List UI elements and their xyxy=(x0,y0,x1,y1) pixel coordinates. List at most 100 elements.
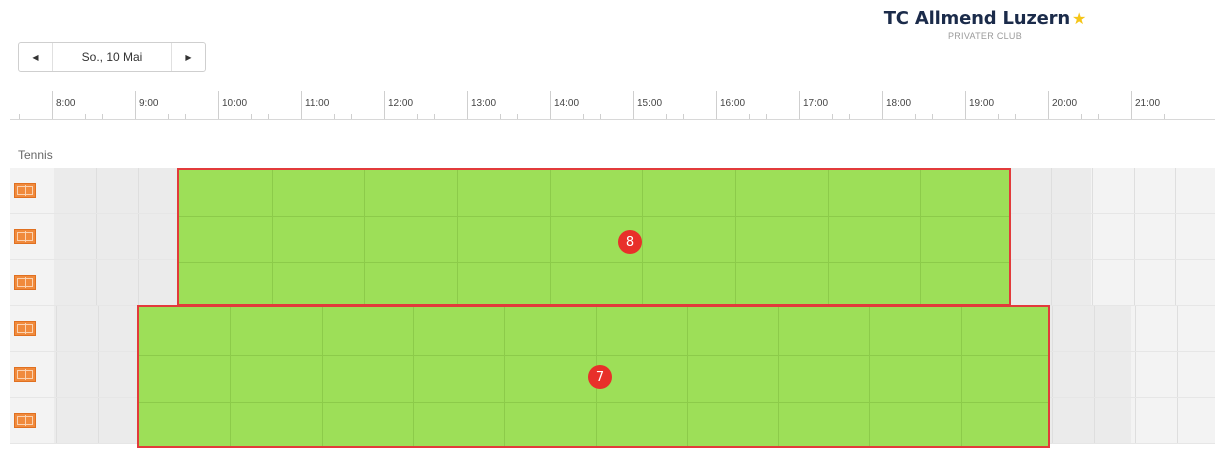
tennis-court-icon[interactable] xyxy=(14,367,36,382)
closed-slot xyxy=(1049,352,1131,397)
time-slot[interactable] xyxy=(96,168,97,213)
hour-label: 12:00 xyxy=(388,98,414,109)
minor-tick xyxy=(599,114,601,119)
hour-label: 17:00 xyxy=(803,98,829,109)
time-slot[interactable] xyxy=(96,260,97,305)
time-slot[interactable] xyxy=(1092,260,1093,305)
time-slot[interactable] xyxy=(96,214,97,259)
hour-tick xyxy=(467,91,468,119)
hour-label: 9:00 xyxy=(139,98,159,109)
time-slot[interactable] xyxy=(1176,306,1178,351)
current-date[interactable]: So., 10 Mai xyxy=(53,43,171,71)
hour-tick xyxy=(550,91,551,119)
section-label-tennis: Tennis xyxy=(18,148,53,162)
minor-tick xyxy=(832,114,834,119)
club-header: TC Allmend Luzern ★ PRIVATER CLUB xyxy=(860,8,1110,41)
minor-tick xyxy=(749,114,751,119)
hour-label: 20:00 xyxy=(1052,98,1078,109)
time-slot[interactable] xyxy=(1176,352,1178,397)
block-row-line xyxy=(139,354,1048,356)
minor-tick xyxy=(267,114,269,119)
minor-tick xyxy=(682,114,684,119)
booking-block[interactable] xyxy=(177,168,1011,306)
time-slot[interactable] xyxy=(1176,398,1178,443)
hour-label: 15:00 xyxy=(637,98,663,109)
time-slot[interactable] xyxy=(1050,260,1052,305)
time-slot[interactable] xyxy=(1050,214,1052,259)
time-slot[interactable] xyxy=(56,352,57,397)
time-slot[interactable] xyxy=(1135,398,1136,443)
block-grid-line xyxy=(504,307,506,446)
closed-slot xyxy=(1049,306,1131,351)
time-slot[interactable] xyxy=(137,214,139,259)
time-slot[interactable] xyxy=(1135,306,1136,351)
tennis-court-icon[interactable] xyxy=(14,183,36,198)
hour-tick xyxy=(633,91,634,119)
block-grid-line xyxy=(869,307,871,446)
closed-slot xyxy=(54,168,179,213)
previous-day-button[interactable]: ◀ xyxy=(19,43,53,71)
time-slot[interactable] xyxy=(97,306,99,351)
minor-tick xyxy=(931,114,933,119)
time-slot[interactable] xyxy=(97,352,99,397)
closed-slot xyxy=(54,306,138,351)
minor-tick xyxy=(184,114,186,119)
minor-tick xyxy=(417,114,419,119)
tennis-court-icon[interactable] xyxy=(14,275,36,290)
hour-label: 13:00 xyxy=(471,98,497,109)
hour-label: 10:00 xyxy=(222,98,248,109)
closed-slot xyxy=(54,214,179,259)
hour-tick xyxy=(882,91,883,119)
time-slot[interactable] xyxy=(137,168,139,213)
minor-tick xyxy=(583,114,585,119)
time-slot[interactable] xyxy=(1093,306,1095,351)
star-icon[interactable]: ★ xyxy=(1072,11,1086,28)
tennis-court-icon[interactable] xyxy=(14,413,36,428)
time-slot[interactable] xyxy=(1133,214,1135,259)
minor-tick xyxy=(666,114,668,119)
time-slot[interactable] xyxy=(1135,352,1136,397)
hour-label: 14:00 xyxy=(554,98,580,109)
time-slot[interactable] xyxy=(1175,260,1176,305)
block-grid-line xyxy=(778,307,780,446)
time-slot[interactable] xyxy=(1093,398,1095,443)
time-slot[interactable] xyxy=(137,260,139,305)
minor-tick xyxy=(516,114,518,119)
hour-label: 11:00 xyxy=(305,98,330,109)
closed-slot xyxy=(1049,398,1131,443)
time-slot[interactable] xyxy=(1092,168,1093,213)
time-slot[interactable] xyxy=(56,306,57,351)
time-slot[interactable] xyxy=(1092,214,1093,259)
time-slot[interactable] xyxy=(1052,306,1053,351)
time-slot[interactable] xyxy=(1052,352,1053,397)
block-grid-line xyxy=(686,307,688,446)
tennis-court-icon[interactable] xyxy=(14,321,36,336)
time-slot[interactable] xyxy=(97,398,99,443)
block-row-line xyxy=(179,262,1009,263)
time-slot[interactable] xyxy=(1050,168,1052,213)
block-grid-line xyxy=(412,307,414,446)
hour-tick xyxy=(218,91,219,119)
hour-tick xyxy=(716,91,717,119)
minor-tick xyxy=(1164,114,1166,119)
next-day-button[interactable]: ▶ xyxy=(171,43,205,71)
date-navigator: ◀ So., 10 Mai ▶ xyxy=(18,42,206,72)
time-slot[interactable] xyxy=(1052,398,1053,443)
time-slot[interactable] xyxy=(1175,168,1176,213)
time-slot[interactable] xyxy=(56,398,57,443)
club-title: TC Allmend Luzern ★ xyxy=(860,8,1110,29)
time-slot[interactable] xyxy=(1093,352,1095,397)
tennis-court-icon[interactable] xyxy=(14,229,36,244)
time-slot[interactable] xyxy=(1133,260,1135,305)
time-slot[interactable] xyxy=(1133,168,1135,213)
minor-tick xyxy=(101,114,103,119)
hour-tick xyxy=(384,91,385,119)
hour-tick xyxy=(52,91,53,119)
block-grid-line xyxy=(827,170,829,304)
hour-tick xyxy=(135,91,136,119)
block-grid-line xyxy=(364,170,366,304)
booking-count-badge: 8 xyxy=(618,230,642,254)
hour-tick xyxy=(965,91,966,119)
closed-slot xyxy=(54,398,138,443)
time-slot[interactable] xyxy=(1175,214,1176,259)
